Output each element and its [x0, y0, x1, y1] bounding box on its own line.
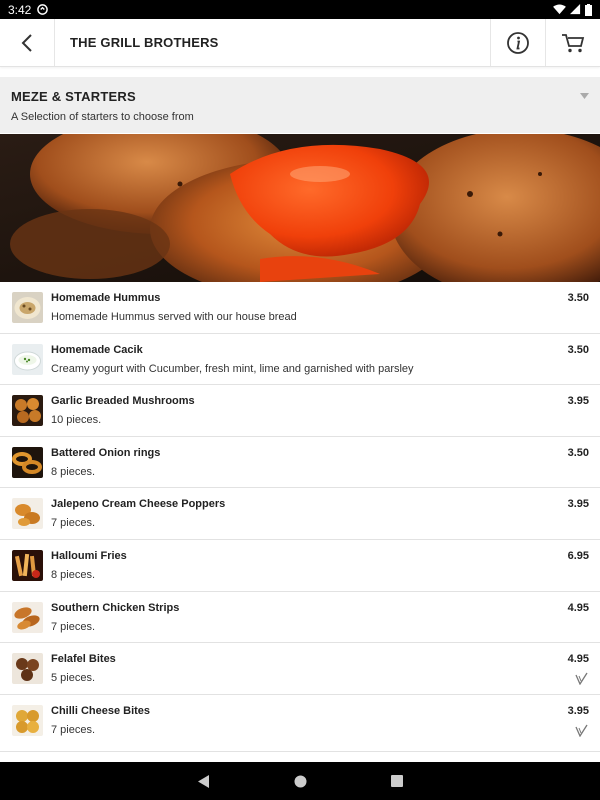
item-name: Chilli Cheese Bites	[51, 704, 151, 717]
item-description: Creamy yogurt with Cucumber, fresh mint,…	[51, 362, 414, 375]
halloumi-fries-thumbnail	[12, 549, 43, 581]
chilli-cheese-bites-thumbnail	[12, 704, 43, 736]
item-name: Homemade Hummus	[51, 292, 161, 304]
system-navigation-bar	[0, 762, 600, 800]
caret-down-icon[interactable]	[580, 93, 589, 99]
chicken-wings-image	[0, 134, 600, 282]
signal-icon	[570, 4, 581, 15]
item-price: 3.50	[567, 343, 589, 356]
menu-item[interactable]: Battered Onion rings 8 pieces. 3.50	[0, 437, 600, 489]
item-price: 3.95	[567, 498, 589, 511]
item-name: Garlic Breaded Mushrooms	[51, 395, 195, 408]
onion-rings-thumbnail	[12, 446, 43, 478]
item-price: 4.95	[567, 601, 589, 614]
item-name: Felafel Bites	[51, 653, 116, 666]
mushrooms-thumbnail	[12, 395, 43, 427]
menu-item[interactable]: Southern Chicken Strips 7 pieces. 4.95	[0, 592, 600, 644]
section-hero-image	[0, 134, 600, 282]
item-description: 5 pieces.	[51, 672, 96, 685]
menu-item[interactable]: Homemade Hummus Homemade Hummus served w…	[0, 282, 600, 334]
section-description: A Selection of starters to choose from	[11, 111, 194, 123]
status-bar: 3:42	[0, 0, 600, 19]
triangle-back-icon	[197, 774, 209, 788]
nav-recents-button[interactable]	[390, 775, 403, 787]
item-description: 7 pieces.	[51, 723, 96, 736]
hummus-thumbnail	[12, 292, 43, 323]
item-price: 4.95	[567, 653, 589, 666]
sync-icon	[37, 4, 49, 15]
item-description: 7 pieces.	[51, 517, 96, 530]
menu-item[interactable]: Felafel Bites 5 pieces. 4.95	[0, 643, 600, 695]
item-description: 7 pieces.	[51, 620, 96, 633]
wifi-icon	[553, 4, 566, 15]
cart-icon	[562, 33, 585, 52]
item-name: Halloumi Fries	[51, 549, 127, 562]
chevron-left-icon	[21, 33, 32, 52]
poppers-thumbnail	[12, 498, 43, 530]
circle-home-icon	[294, 775, 306, 787]
info-button[interactable]	[490, 19, 545, 66]
menu-item[interactable]: Homemade Cacik Creamy yogurt with Cucumb…	[0, 334, 600, 386]
info-icon	[507, 31, 529, 54]
chicken-strips-thumbnail	[12, 601, 43, 633]
nav-back-button[interactable]	[197, 774, 210, 788]
menu-item[interactable]: Jalepeno Cream Cheese Poppers 7 pieces. …	[0, 488, 600, 540]
item-description: 8 pieces.	[51, 465, 96, 478]
item-name: Jalepeno Cream Cheese Poppers	[51, 498, 226, 511]
cacik-thumbnail	[12, 343, 43, 375]
item-price: 3.95	[567, 704, 589, 717]
status-time: 3:42	[8, 2, 32, 17]
item-name: Southern Chicken Strips	[51, 601, 180, 614]
item-price: 3.50	[567, 446, 589, 459]
vegetarian-icon	[575, 672, 588, 686]
item-description: 10 pieces.	[51, 414, 102, 427]
item-name: Homemade Cacik	[51, 343, 143, 356]
vegetarian-icon	[575, 724, 588, 737]
item-price: 3.95	[567, 395, 589, 408]
section-title: MEZE & STARTERS	[11, 89, 136, 104]
page-title: THE GRILL BROTHERS	[70, 35, 219, 50]
cart-button[interactable]	[545, 19, 600, 66]
nav-home-button[interactable]	[294, 775, 307, 788]
item-price: 6.95	[567, 549, 589, 562]
menu-item[interactable]: Garlic Breaded Mushrooms 10 pieces. 3.95	[0, 385, 600, 437]
item-price: 3.50	[567, 292, 589, 304]
item-description: Homemade Hummus served with our house br…	[51, 311, 297, 323]
menu-item-list: Homemade Hummus Homemade Hummus served w…	[0, 282, 600, 752]
item-name: Battered Onion rings	[51, 446, 161, 459]
app-bar: THE GRILL BROTHERS	[0, 19, 600, 67]
felafel-thumbnail	[12, 653, 43, 685]
battery-icon	[585, 3, 592, 16]
section-header[interactable]: MEZE & STARTERS A Selection of starters …	[0, 77, 600, 133]
back-button[interactable]	[0, 19, 55, 66]
menu-item[interactable]: Chilli Cheese Bites 7 pieces. 3.95	[0, 695, 600, 752]
item-description: 8 pieces.	[51, 568, 96, 581]
menu-item[interactable]: Halloumi Fries 8 pieces. 6.95	[0, 540, 600, 592]
square-recents-icon	[390, 775, 403, 787]
